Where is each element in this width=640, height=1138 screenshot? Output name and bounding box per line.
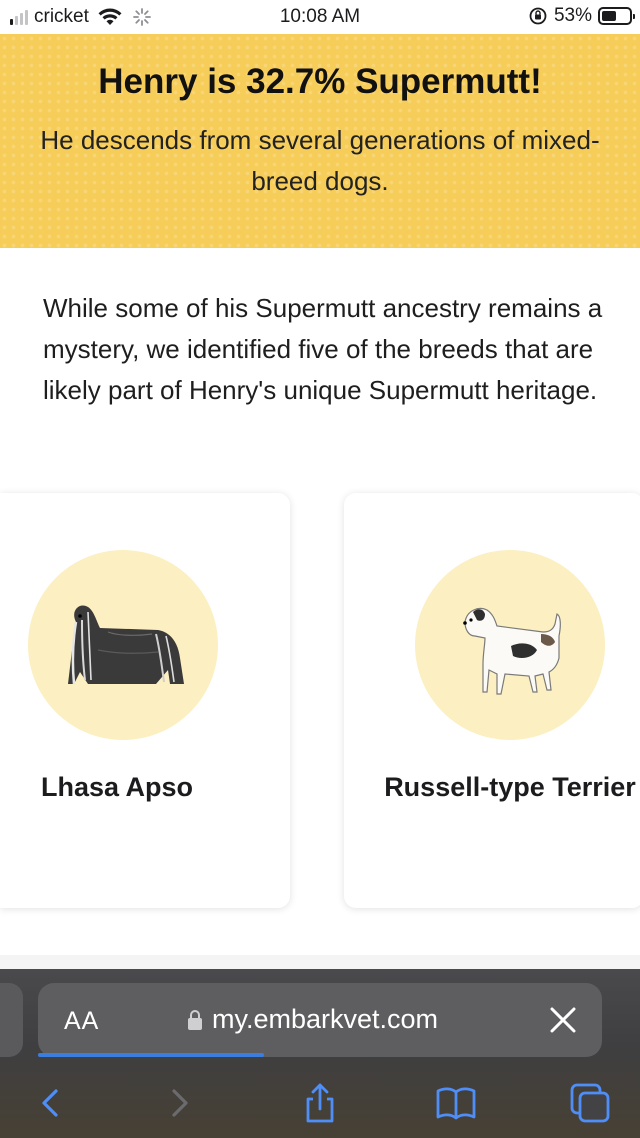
breed-card-russell-type-terrier[interactable]: Russell-type Terrier [344,493,640,908]
share-icon[interactable] [296,1079,344,1127]
breed-image-circle [28,550,218,740]
bookmarks-icon[interactable] [432,1079,480,1127]
section-divider [0,955,640,969]
text-size-label: AA [64,1007,100,1035]
forward-icon[interactable] [156,1079,204,1127]
breed-card-lhasa-apso[interactable]: Lhasa Apso [0,493,290,908]
russell-terrier-dog-illustration [463,607,561,695]
breed-image-circle [415,550,605,740]
battery-percent: 53% [553,5,592,26]
text-size-button[interactable]: AA [64,1007,99,1036]
breed-name: Russell-type Terrier [384,772,636,802]
banner-title: Henry is 32.7% Supermutt! [98,62,542,101]
stop-loading-icon[interactable] [546,1003,580,1037]
browser-toolbar [0,1069,640,1135]
status-bar: cricket 10:08 AM 53% [0,0,640,34]
intro-paragraph: While some of his Supermutt ancestry rem… [43,293,603,405]
banner-subtitle: He descends from several generations of … [40,125,600,196]
supermutt-banner: Henry is 32.7% Supermutt! He descends fr… [0,34,640,248]
orientation-lock-icon [529,7,547,25]
address-bar[interactable]: AA my.embarkvet.com [38,983,602,1057]
breed-name: Lhasa Apso [41,772,194,802]
battery-icon [598,7,635,25]
previous-tab-peek[interactable] [0,983,23,1057]
url-text: my.embarkvet.com [212,1004,439,1034]
lhasa-apso-dog-illustration [68,605,184,685]
back-icon[interactable] [26,1079,74,1127]
lock-icon [188,1009,202,1030]
page-load-progress-bar [38,1053,264,1057]
tabs-icon[interactable] [566,1079,614,1127]
browser-bottom-bar: AA my.embarkvet.com [0,969,640,1138]
